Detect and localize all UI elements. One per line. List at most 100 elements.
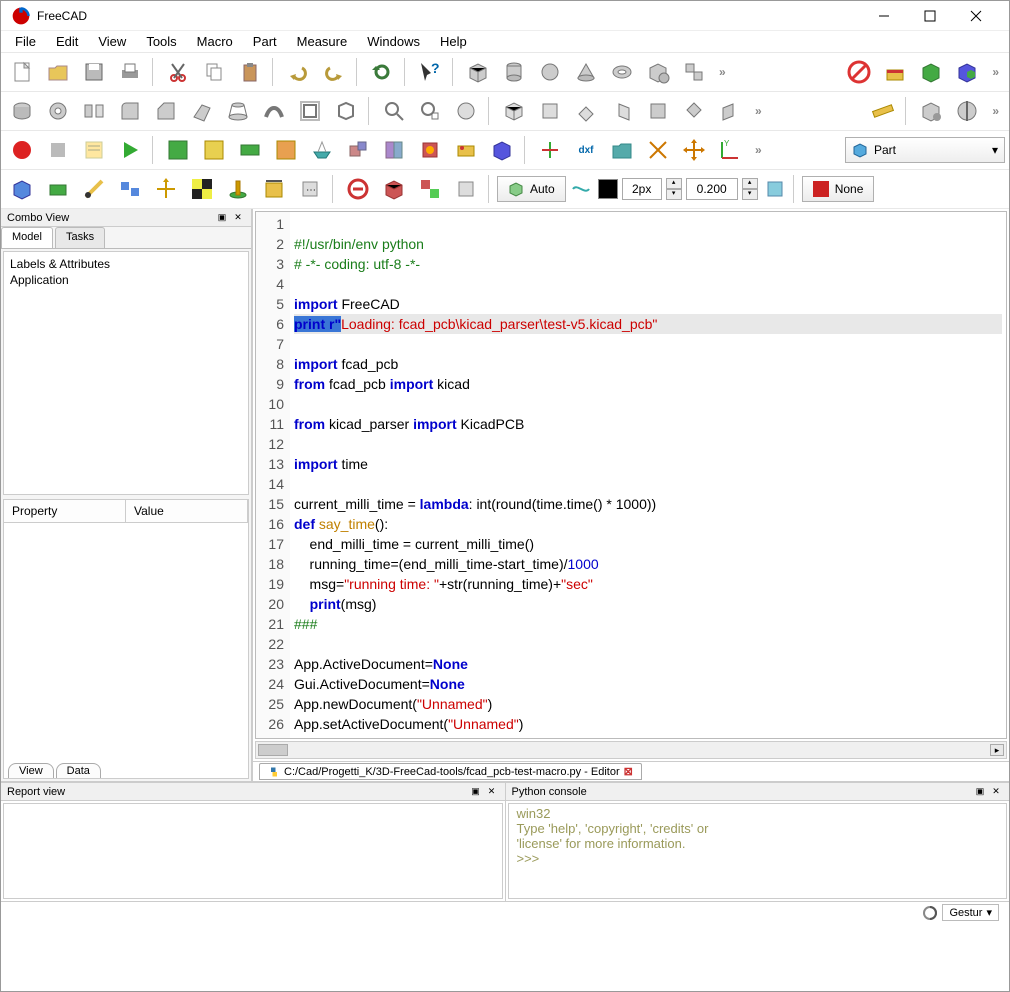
folder-blue-icon[interactable]: [605, 133, 639, 167]
ksu-9[interactable]: [449, 133, 483, 167]
menu-help[interactable]: Help: [432, 32, 475, 51]
hscroll-thumb[interactable]: [258, 744, 288, 756]
menu-edit[interactable]: Edit: [48, 32, 86, 51]
close-button[interactable]: [953, 1, 999, 31]
ksub-3[interactable]: [77, 172, 111, 206]
editor-file-tab[interactable]: C:/Cad/Progetti_K/3D-FreeCad-tools/fcad_…: [259, 763, 642, 780]
view-rear-button[interactable]: [641, 94, 675, 128]
toolbar-overflow-4[interactable]: »: [986, 104, 1005, 118]
measure-button[interactable]: [866, 94, 900, 128]
ksub-9[interactable]: ⋯: [293, 172, 327, 206]
draw-style-button[interactable]: [449, 94, 483, 128]
cube-green-icon[interactable]: [914, 55, 948, 89]
ksu-10[interactable]: [485, 133, 519, 167]
part-box-button[interactable]: [461, 55, 495, 89]
toolbar-overflow-3[interactable]: »: [749, 104, 768, 118]
menu-part[interactable]: Part: [245, 32, 285, 51]
zoom-fit-button[interactable]: [377, 94, 411, 128]
none-button[interactable]: None: [802, 176, 875, 202]
stop-icon[interactable]: [842, 55, 876, 89]
whatsthis-button[interactable]: ?: [413, 55, 447, 89]
minimize-button[interactable]: [861, 1, 907, 31]
cube-multi-icon[interactable]: [950, 55, 984, 89]
move-icon[interactable]: [677, 133, 711, 167]
thickness-button[interactable]: [329, 94, 363, 128]
part-primitive-button[interactable]: [641, 55, 675, 89]
tab-data[interactable]: Data: [56, 763, 101, 778]
code-editor[interactable]: 1234567891011121314151617181920212223242…: [255, 211, 1007, 739]
linevalue-input[interactable]: [686, 178, 738, 200]
ksub-2[interactable]: [41, 172, 75, 206]
menu-file[interactable]: File: [7, 32, 44, 51]
workbench-selector[interactable]: Part ▾: [845, 137, 1005, 163]
editor-tab-close[interactable]: ⊠: [624, 765, 633, 778]
menu-macro[interactable]: Macro: [189, 32, 241, 51]
macro-stop-button[interactable]: [41, 133, 75, 167]
part-cylinder-button[interactable]: [497, 55, 531, 89]
macro-record-button[interactable]: [5, 133, 39, 167]
menu-view[interactable]: View: [90, 32, 134, 51]
axes-yz-icon[interactable]: Y: [713, 133, 747, 167]
mirror-button[interactable]: [77, 94, 111, 128]
prop-col-value[interactable]: Value: [126, 500, 248, 522]
view-top-button[interactable]: [569, 94, 603, 128]
redo-button[interactable]: [317, 55, 351, 89]
explode-icon[interactable]: [641, 133, 675, 167]
editor-hscrollbar[interactable]: ▸: [255, 741, 1007, 759]
print-button[interactable]: [113, 55, 147, 89]
report-float-button[interactable]: ▣: [469, 785, 483, 799]
macro-run-button[interactable]: [113, 133, 147, 167]
ksub-7[interactable]: [221, 172, 255, 206]
report-close-button[interactable]: ✕: [485, 785, 499, 799]
extrude-button[interactable]: [5, 94, 39, 128]
cross-section-button[interactable]: [950, 94, 984, 128]
code-content[interactable]: #!/usr/bin/env python # -*- coding: utf-…: [290, 212, 1006, 738]
part-cone-button[interactable]: [569, 55, 603, 89]
zoom-select-button[interactable]: [413, 94, 447, 128]
ksu-8[interactable]: [413, 133, 447, 167]
section-button[interactable]: [914, 94, 948, 128]
ksub-6[interactable]: [185, 172, 219, 206]
ksub-13[interactable]: [449, 172, 483, 206]
menu-windows[interactable]: Windows: [359, 32, 428, 51]
view-iso-button[interactable]: [497, 94, 531, 128]
toolbar-overflow-icon-2[interactable]: »: [986, 65, 1005, 79]
fillet-button[interactable]: [113, 94, 147, 128]
view-front-button[interactable]: [533, 94, 567, 128]
prop-col-property[interactable]: Property: [4, 500, 126, 522]
ksu-3[interactable]: [233, 133, 267, 167]
ksu-5[interactable]: [305, 133, 339, 167]
revolve-button[interactable]: [41, 94, 75, 128]
hscroll-right[interactable]: ▸: [990, 744, 1004, 756]
save-button[interactable]: [77, 55, 111, 89]
part-torus-button[interactable]: [605, 55, 639, 89]
tab-tasks[interactable]: Tasks: [55, 227, 105, 248]
python-console-body[interactable]: win32 Type 'help', 'copyright', 'credits…: [508, 803, 1008, 899]
auto-button[interactable]: Auto: [497, 176, 566, 202]
chamfer-button[interactable]: [149, 94, 183, 128]
new-doc-button[interactable]: [5, 55, 39, 89]
line-color-swatch[interactable]: [598, 179, 618, 199]
refresh-button[interactable]: [365, 55, 399, 89]
part-sphere-button[interactable]: [533, 55, 567, 89]
undo-button[interactable]: [281, 55, 315, 89]
ksub-11[interactable]: [377, 172, 411, 206]
ksu-6[interactable]: [341, 133, 375, 167]
tree-view[interactable]: Labels & Attributes Application: [3, 251, 249, 495]
toolbar-overflow-icon[interactable]: »: [713, 65, 732, 79]
tab-model[interactable]: Model: [1, 227, 53, 248]
open-button[interactable]: [41, 55, 75, 89]
linewidth-input[interactable]: [622, 178, 662, 200]
ksub-12[interactable]: [413, 172, 447, 206]
ksub-10[interactable]: [341, 172, 375, 206]
copy-button[interactable]: [197, 55, 231, 89]
view-bottom-button[interactable]: [677, 94, 711, 128]
view-left-button[interactable]: [713, 94, 747, 128]
ksub-8[interactable]: [257, 172, 291, 206]
ksu-4[interactable]: [269, 133, 303, 167]
cut-button[interactable]: [161, 55, 195, 89]
ruled-surface-button[interactable]: [185, 94, 219, 128]
panel-close-button[interactable]: ✕: [231, 211, 245, 225]
pyconsole-close-button[interactable]: ✕: [989, 785, 1003, 799]
pyconsole-float-button[interactable]: ▣: [973, 785, 987, 799]
